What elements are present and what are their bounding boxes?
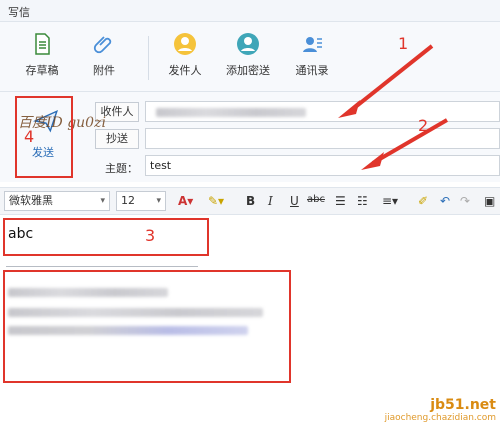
site-watermark: jb51.net jiaocheng.chazidian.com (385, 397, 496, 423)
annotation-number-4: 4 (24, 127, 35, 146)
site-watermark-domain: jb51.net (430, 397, 496, 413)
annotation-number-2: 2 (418, 116, 429, 135)
site-watermark-url: jiaocheng.chazidian.com (384, 413, 496, 423)
annotation-arrow-1 (347, 44, 434, 114)
arrowhead-1 (338, 100, 360, 118)
annotation-arrows (338, 44, 449, 170)
arrowhead-2 (361, 152, 384, 170)
annotation-number-1: 1 (398, 34, 409, 53)
annotation-number-3: 3 (145, 226, 156, 245)
annotation-arrow-2 (371, 118, 449, 165)
